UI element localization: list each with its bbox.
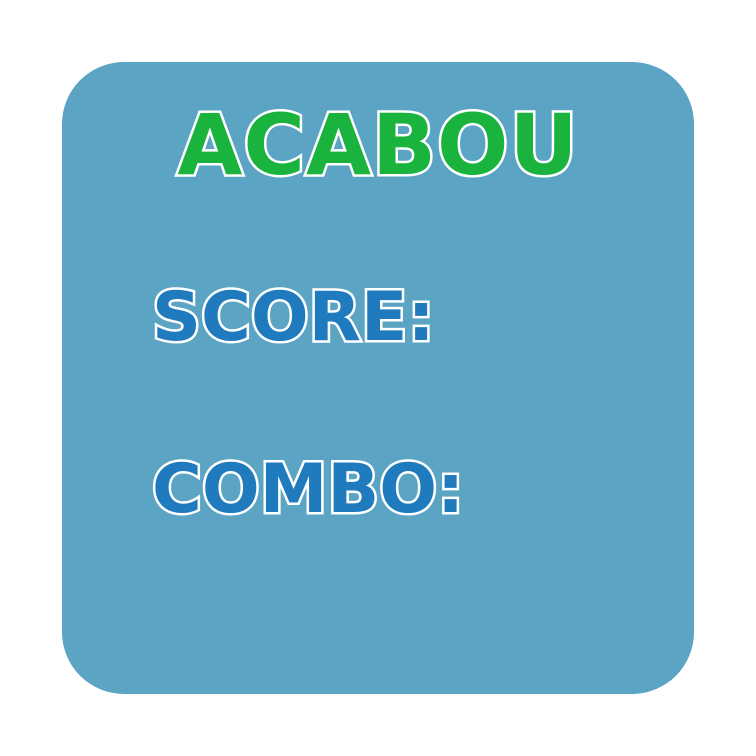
score-label: SCORE: bbox=[150, 278, 438, 357]
game-over-title: ACABOU bbox=[175, 96, 580, 194]
combo-label: COMBO: bbox=[149, 450, 466, 529]
